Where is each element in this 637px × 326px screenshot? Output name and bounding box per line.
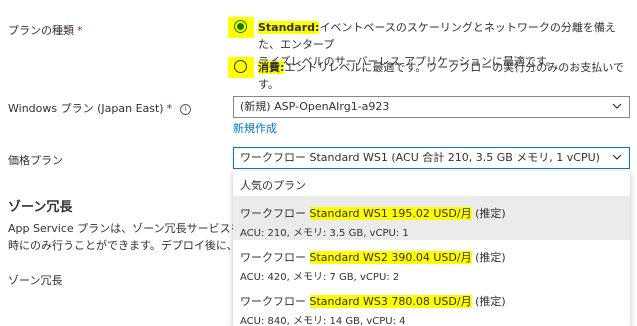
pricing-plan-value: ワークフロー Standard WS1 (ACU 合計 210, 3.5 GB … — [240, 151, 600, 164]
plan-type-label: プランの種類 * — [8, 24, 83, 37]
consumption-option-title: 消費: — [258, 61, 285, 74]
chevron-down-icon — [612, 152, 622, 161]
consumption-option-desc: エントリレベルに最適です。ワークフローの実行分のみのお支払いです。 — [258, 61, 624, 91]
zone-desc-line1: App Service プランは、ゾーン冗長サービスをサポー — [8, 222, 236, 235]
pricing-plan-listbox[interactable]: 人気のプラン ワークフロー Standard WS1 195.02 USD/月 … — [233, 171, 630, 326]
required-marker: * — [77, 24, 83, 37]
windows-plan-label: Windows プラン (Japan East) * i — [8, 100, 192, 116]
zone-redundancy-description: App Service プランは、ゾーン冗長サービスをサポー 時にのみ行うことが… — [8, 220, 236, 254]
plan-option-title: ワークフロー Standard WS3 780.08 USD/月 (推定) — [240, 295, 506, 308]
plan-option-ws3[interactable]: ワークフロー Standard WS3 780.08 USD/月 (推定) AC… — [233, 284, 630, 326]
create-new-link[interactable]: 新規作成 — [233, 120, 277, 136]
chevron-down-icon — [612, 101, 622, 110]
plan-option-title: ワークフロー Standard WS2 390.04 USD/月 (推定) — [240, 251, 506, 264]
plan-option-details: ACU: 420, メモリ: 7 GB, vCPU: 2 — [240, 272, 400, 283]
zone-redundancy-title: ゾーン冗長 — [8, 200, 73, 215]
plan-price-highlight: Standard WS3 780.08 USD/月 — [309, 295, 472, 308]
standard-option-title: Standard: — [258, 21, 320, 34]
popular-plans-header: 人気のプラン — [240, 179, 306, 192]
plan-option-ws2[interactable]: ワークフロー Standard WS2 390.04 USD/月 (推定) AC… — [233, 240, 630, 284]
windows-plan-dropdown[interactable]: (新規) ASP-OpenAIrg1-a923 — [233, 96, 630, 118]
zone-redundancy-field-label: ゾーン冗長 — [8, 274, 63, 287]
pricing-plan-label: 価格プラン — [8, 154, 63, 167]
radio-consumption[interactable] — [234, 60, 247, 73]
plan-price-highlight: Standard WS1 195.02 USD/月 — [309, 207, 472, 220]
plan-price-highlight: Standard WS2 390.04 USD/月 — [309, 251, 472, 264]
radio-standard-highlight[interactable] — [228, 17, 254, 38]
consumption-option-text: 消費:エントリレベルに最適です。ワークフローの実行分のみのお支払いです。 — [258, 59, 627, 93]
plan-option-title: ワークフロー Standard WS1 195.02 USD/月 (推定) — [240, 207, 506, 220]
info-icon[interactable]: i — [180, 104, 192, 115]
required-marker: * — [166, 102, 173, 115]
plan-option-ws1[interactable]: ワークフロー Standard WS1 195.02 USD/月 (推定) AC… — [233, 196, 630, 240]
zone-desc-line2: 時にのみ行うことができます。デプロイ後に、App Se — [8, 239, 236, 252]
radio-consumption-highlight[interactable] — [228, 57, 254, 78]
radio-standard[interactable] — [234, 20, 247, 33]
windows-plan-value: (新規) ASP-OpenAIrg1-a923 — [240, 100, 390, 113]
plan-option-details: ACU: 840, メモリ: 14 GB, vCPU: 4 — [240, 316, 406, 326]
plan-option-details: ACU: 210, メモリ: 3.5 GB, vCPU: 1 — [240, 228, 409, 239]
pricing-plan-dropdown[interactable]: ワークフロー Standard WS1 (ACU 合計 210, 3.5 GB … — [233, 147, 630, 169]
